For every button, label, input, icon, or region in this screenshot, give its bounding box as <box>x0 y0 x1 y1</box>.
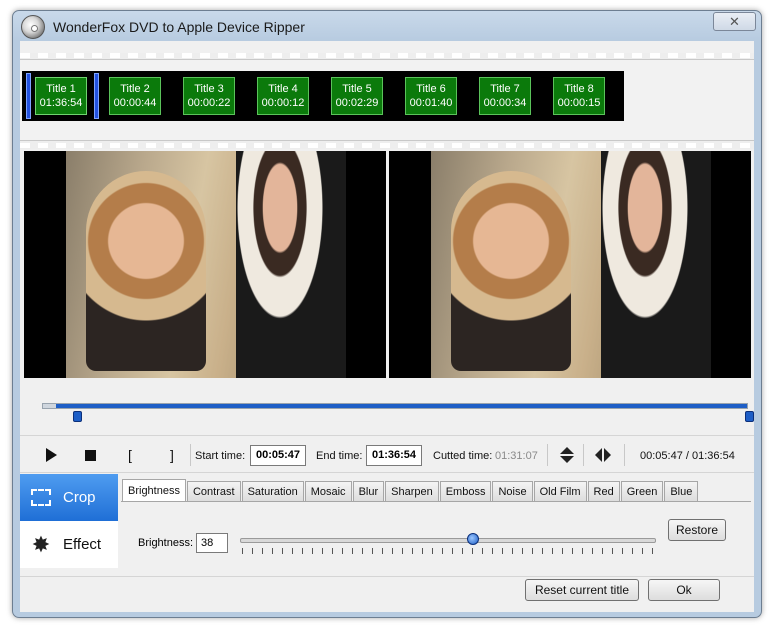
brightness-value-field[interactable]: 38 <box>196 533 228 553</box>
tab-brightness[interactable]: Brightness <box>122 479 186 501</box>
tab-noise[interactable]: Noise <box>492 481 533 502</box>
end-time-field[interactable]: 01:36:54 <box>366 445 422 466</box>
divider <box>190 444 191 466</box>
restore-button[interactable]: Restore <box>668 519 726 541</box>
selection-bracket-left <box>26 73 31 119</box>
cutted-time-value: 01:31:07 <box>495 450 538 462</box>
flip-vertical-icon[interactable] <box>560 446 574 464</box>
effect-label: Effect <box>63 536 102 553</box>
title-name: Title 6 <box>416 83 446 95</box>
divider <box>547 444 548 466</box>
effect-mode-tab[interactable]: ✸ Effect <box>20 521 118 568</box>
reset-current-title-button[interactable]: Reset current title <box>525 579 639 601</box>
title-name: Title 4 <box>268 83 298 95</box>
brightness-slider-thumb[interactable] <box>466 533 479 545</box>
title-item-6[interactable]: Title 6 00:01:40 <box>405 77 457 115</box>
title-duration: 00:00:22 <box>187 97 231 109</box>
close-icon: ✕ <box>729 13 740 29</box>
title-item-7[interactable]: Title 7 00:00:34 <box>479 77 531 115</box>
client-area: Title 1 01:36:54 Title 2 00:00:44 Title 3 0… <box>20 41 754 612</box>
playback-controls: [ ] Start time: 00:05:47 End time: 01:36… <box>20 435 754 473</box>
title-filmstrip: Title 1 01:36:54 Title 2 00:00:44 Title 3 0… <box>20 53 754 149</box>
tab-saturation[interactable]: Saturation <box>241 481 304 502</box>
title-item-3[interactable]: Title 3 00:00:22 <box>183 77 235 115</box>
playback-position: 00:05:47 / 01:36:54 <box>640 450 735 462</box>
tab-red[interactable]: Red <box>587 481 620 502</box>
title-duration: 00:00:44 <box>113 97 157 109</box>
bracket-close-icon: ] <box>170 447 174 463</box>
footer-divider <box>20 576 754 577</box>
trim-end-handle[interactable] <box>745 411 754 422</box>
title-item-2[interactable]: Title 2 00:00:44 <box>109 77 161 115</box>
title-duration: 00:01:40 <box>409 97 453 109</box>
title-duration: 00:00:34 <box>483 97 527 109</box>
title-bar: WonderFox DVD to Apple Device Ripper ✕ <box>13 11 761 41</box>
play-button[interactable] <box>42 446 60 464</box>
cutted-time-label: Cutted time: <box>433 450 493 462</box>
tab-contrast[interactable]: Contrast <box>186 481 241 502</box>
flip-horizontal-icon[interactable] <box>595 448 611 462</box>
start-time-label: Start time: <box>195 450 246 462</box>
video-frame <box>66 151 346 378</box>
tab-green[interactable]: Green <box>620 481 664 502</box>
effect-icon-wrap: ✸ <box>28 533 54 557</box>
effect-burst-icon: ✸ <box>31 531 51 557</box>
brightness-slider[interactable] <box>240 538 656 543</box>
start-time-field[interactable]: 00:05:47 <box>250 445 306 466</box>
title-name: Title 2 <box>120 83 150 95</box>
output-preview <box>389 151 751 378</box>
tab-mosaic[interactable]: Mosaic <box>304 481 352 502</box>
mark-in-button[interactable]: [ <box>121 446 139 464</box>
effect-tabs: Brightness Contrast Saturation Mosaic Bl… <box>122 479 699 502</box>
film-perforation-bottom <box>20 143 754 148</box>
title-duration: 00:00:12 <box>261 97 305 109</box>
title-name: Title 7 <box>490 83 520 95</box>
tab-sharpen[interactable]: Sharpen <box>385 481 439 502</box>
crop-icon <box>31 489 51 506</box>
title-item-5[interactable]: Title 5 00:02:29 <box>331 77 383 115</box>
title-duration: 00:00:15 <box>557 97 601 109</box>
divider <box>624 444 625 466</box>
crop-icon-wrap <box>28 486 54 510</box>
tab-blue[interactable]: Blue <box>664 481 699 502</box>
title-item-8[interactable]: Title 8 00:00:15 <box>553 77 605 115</box>
bracket-open-icon: [ <box>128 447 132 463</box>
film-perforation-top <box>20 53 754 58</box>
window-title: WonderFox DVD to Apple Device Ripper <box>53 19 305 35</box>
mark-out-button[interactable]: ] <box>163 446 181 464</box>
brightness-label: Brightness: <box>138 537 194 549</box>
title-item-1[interactable]: Title 1 01:36:54 <box>35 77 87 115</box>
tab-old-film[interactable]: Old Film <box>533 481 587 502</box>
stop-icon <box>84 449 96 461</box>
source-preview <box>24 151 386 378</box>
title-name: Title 3 <box>194 83 224 95</box>
close-button[interactable]: ✕ <box>713 12 756 31</box>
crop-mode-tab[interactable]: Crop <box>20 474 118 521</box>
timeline-selection <box>56 404 747 408</box>
tab-emboss[interactable]: Emboss <box>439 481 492 502</box>
title-duration: 00:02:29 <box>335 97 379 109</box>
dvd-disc-icon <box>21 15 45 39</box>
trim-start-handle[interactable] <box>73 411 82 422</box>
titles-bar: Title 1 01:36:54 Title 2 00:00:44 Title 3 0… <box>22 71 624 121</box>
title-duration: 01:36:54 <box>39 97 83 109</box>
end-time-label: End time: <box>316 450 363 462</box>
video-frame <box>431 151 711 378</box>
divider <box>583 444 584 466</box>
title-name: Title 1 <box>46 83 76 95</box>
title-item-4[interactable]: Title 4 00:00:12 <box>257 77 309 115</box>
stop-button[interactable] <box>81 446 99 464</box>
title-name: Title 8 <box>564 83 594 95</box>
ok-button[interactable]: Ok <box>648 579 720 601</box>
app-window: WonderFox DVD to Apple Device Ripper ✕ T… <box>12 10 762 618</box>
slider-ticks <box>242 548 654 554</box>
selection-bracket-right <box>94 73 99 119</box>
tab-blur[interactable]: Blur <box>352 481 385 502</box>
play-icon <box>45 448 57 462</box>
crop-label: Crop <box>63 489 96 506</box>
title-name: Title 5 <box>342 83 372 95</box>
